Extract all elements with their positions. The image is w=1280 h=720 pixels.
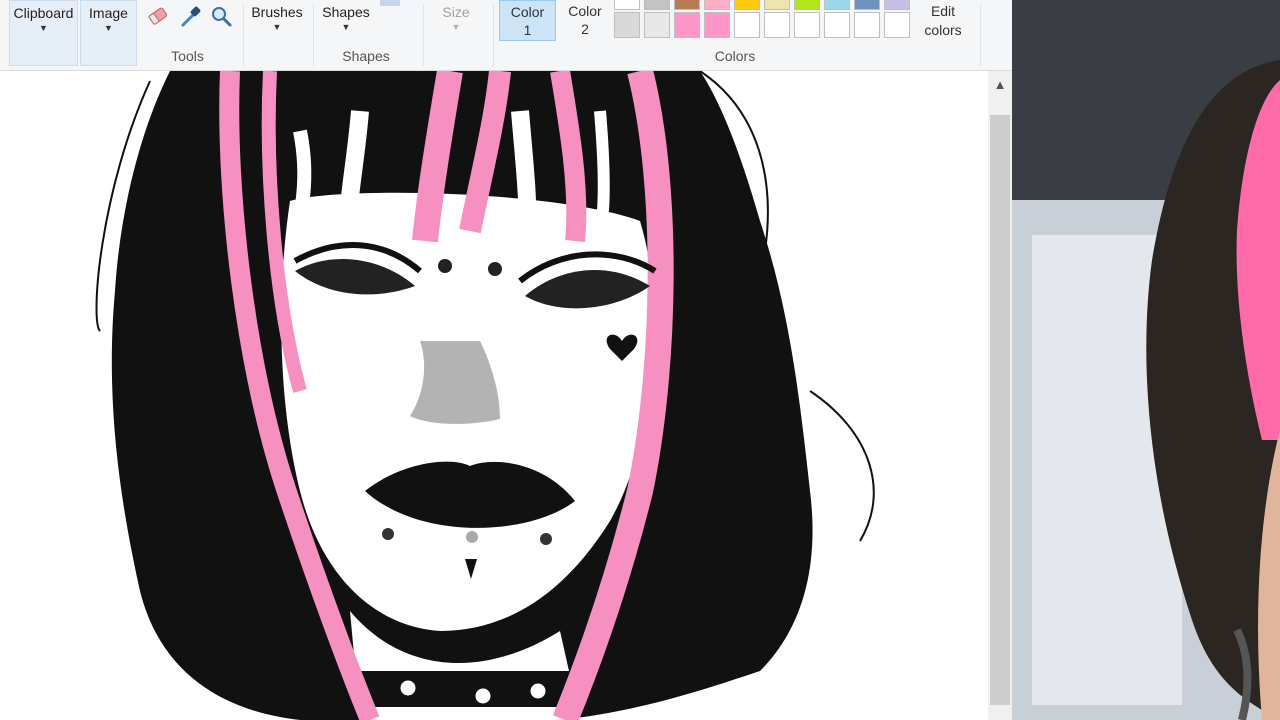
palette-swatch[interactable] bbox=[764, 12, 790, 38]
paint-window: Clipboard ▼ Image ▼ Tools Brushes ▼ Shap… bbox=[0, 0, 1012, 720]
ink-portrait-drawing bbox=[95, 71, 875, 720]
chevron-down-icon: ▼ bbox=[39, 23, 48, 33]
chevron-down-icon: ▼ bbox=[272, 22, 282, 32]
palette-swatch[interactable] bbox=[824, 0, 850, 10]
palette-swatch[interactable] bbox=[884, 12, 910, 38]
palette-swatch[interactable] bbox=[644, 0, 670, 10]
eraser-icon[interactable] bbox=[146, 4, 170, 28]
chevron-down-icon: ▼ bbox=[341, 22, 351, 32]
palette-swatch[interactable] bbox=[764, 0, 790, 10]
palette-swatch[interactable] bbox=[854, 12, 880, 38]
palette-swatch[interactable] bbox=[734, 0, 760, 10]
palette-swatch[interactable] bbox=[854, 0, 880, 10]
color2-number: 2 bbox=[581, 21, 589, 37]
scrollbar-thumb[interactable] bbox=[990, 115, 1010, 705]
color1-label: Color bbox=[510, 4, 545, 20]
brushes-label: Brushes bbox=[251, 4, 303, 20]
vertical-scrollbar[interactable]: ▲ bbox=[988, 71, 1012, 720]
scroll-up-icon[interactable]: ▲ bbox=[988, 71, 1012, 97]
group-divider bbox=[423, 4, 424, 66]
group-divider bbox=[980, 4, 981, 66]
palette-swatch[interactable] bbox=[794, 12, 820, 38]
outline-fill-icon[interactable] bbox=[380, 0, 400, 6]
image-button[interactable]: Image ▼ bbox=[80, 0, 137, 66]
edit-colors-button[interactable]: Edit colors bbox=[918, 2, 968, 40]
colors-group-label: Colors bbox=[714, 48, 756, 64]
image-label: Image bbox=[89, 5, 128, 21]
palette-swatch[interactable] bbox=[614, 12, 640, 38]
tools-group-label: Tools bbox=[171, 48, 204, 64]
shapes-label: Shapes bbox=[322, 4, 370, 20]
palette-swatch[interactable] bbox=[674, 0, 700, 10]
webcam-scene bbox=[1012, 0, 1280, 720]
chevron-down-icon: ▼ bbox=[451, 22, 461, 32]
group-divider bbox=[243, 4, 244, 66]
chevron-down-icon: ▼ bbox=[104, 23, 113, 33]
clipboard-button[interactable]: Clipboard ▼ bbox=[9, 0, 78, 66]
ribbon: Clipboard ▼ Image ▼ Tools Brushes ▼ Shap… bbox=[0, 0, 1012, 71]
palette-swatch[interactable] bbox=[704, 12, 730, 38]
clipboard-label: Clipboard bbox=[13, 5, 74, 21]
color2-button[interactable]: Color 2 bbox=[560, 0, 610, 43]
size-button[interactable]: Size ▼ bbox=[428, 0, 484, 66]
brushes-button[interactable]: Brushes ▼ bbox=[246, 0, 308, 66]
shapes-group-label: Shapes bbox=[342, 48, 390, 64]
palette-swatch[interactable] bbox=[644, 12, 670, 38]
color1-number: 1 bbox=[523, 22, 532, 38]
palette-swatch[interactable] bbox=[674, 12, 700, 38]
size-label: Size bbox=[442, 4, 470, 20]
webcam-feed bbox=[1012, 0, 1280, 720]
palette-swatch[interactable] bbox=[614, 0, 640, 10]
palette-swatch[interactable] bbox=[704, 0, 730, 10]
color-picker-icon[interactable] bbox=[179, 4, 203, 28]
edit-colors-label: Edit bbox=[930, 3, 956, 19]
palette-swatch[interactable] bbox=[824, 12, 850, 38]
palette-swatch[interactable] bbox=[884, 0, 910, 10]
magnifier-icon[interactable] bbox=[209, 4, 233, 28]
edit-colors-label-2: colors bbox=[924, 22, 962, 38]
group-divider bbox=[493, 4, 494, 66]
color1-button[interactable]: Color 1 bbox=[499, 0, 556, 41]
color2-label: Color bbox=[568, 3, 602, 19]
drawing-canvas[interactable] bbox=[0, 71, 988, 720]
group-divider bbox=[313, 4, 314, 66]
palette-swatch[interactable] bbox=[794, 0, 820, 10]
palette-swatch[interactable] bbox=[734, 12, 760, 38]
